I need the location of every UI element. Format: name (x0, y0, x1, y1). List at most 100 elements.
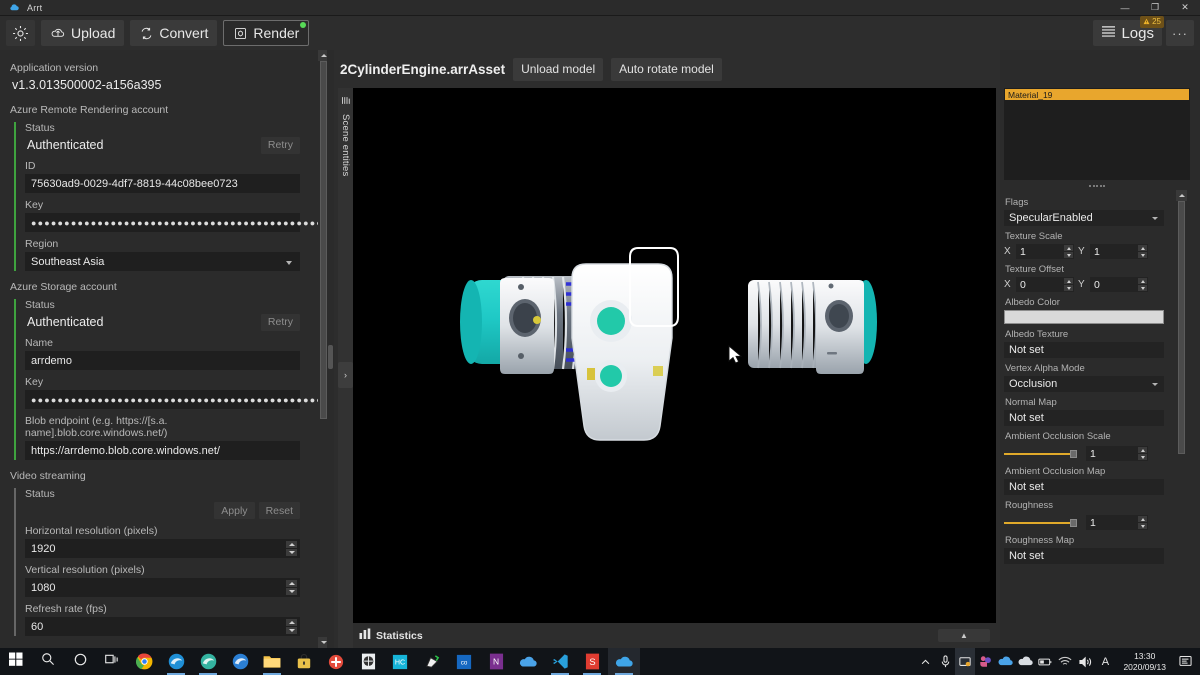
arr-retry-button[interactable]: Retry (260, 136, 300, 154)
video-reset-button[interactable]: Reset (258, 502, 300, 519)
horizontal-resolution-stepper[interactable] (286, 541, 297, 556)
slider-knob[interactable] (1070, 518, 1077, 527)
stepper-up-icon[interactable] (1138, 278, 1147, 284)
taskbar-app-codespaces[interactable]: co (448, 648, 480, 675)
normal-map-field[interactable]: Not set (1004, 410, 1164, 426)
albedo-texture-field[interactable]: Not set (1004, 342, 1164, 358)
close-button[interactable]: ✕ (1170, 0, 1200, 16)
stepper-up-icon[interactable] (1064, 245, 1073, 251)
material-list-item[interactable]: Material_19 (1005, 89, 1189, 100)
storage-retry-button[interactable]: Retry (260, 313, 300, 331)
ime-a-icon[interactable]: A (1095, 648, 1115, 675)
ambient-occlusion-scale-input[interactable]: 1 (1086, 446, 1148, 461)
taskbar-app-onedrive[interactable] (512, 648, 544, 675)
storage-blob-endpoint-input[interactable]: https://arrdemo.blob.core.windows.net/ (25, 441, 300, 460)
stepper-up-icon[interactable] (286, 619, 297, 626)
taskbar-app-microsoft-store[interactable] (288, 648, 320, 675)
stepper-up-icon[interactable] (1064, 278, 1073, 284)
stepper-down-icon[interactable] (1138, 454, 1147, 460)
roughness-input[interactable]: 1 (1086, 515, 1148, 530)
minimize-button[interactable]: — (1110, 0, 1140, 16)
refresh-rate-stepper[interactable] (286, 619, 297, 634)
flags-select[interactable]: SpecularEnabled (1004, 210, 1164, 226)
roughness-map-field[interactable]: Not set (1004, 548, 1164, 564)
texture-offset-y-stepper[interactable] (1138, 278, 1147, 291)
stepper-up-icon[interactable] (1138, 516, 1147, 522)
stepper-down-icon[interactable] (1138, 285, 1147, 291)
taskbar-app-hc[interactable]: HC (384, 648, 416, 675)
scroll-up-icon[interactable] (1176, 190, 1187, 201)
taskbar-search-button[interactable] (32, 648, 64, 675)
taskbar-app-edge-dev[interactable] (192, 648, 224, 675)
teams-icon[interactable] (975, 648, 995, 675)
start-button[interactable] (0, 648, 32, 675)
albedo-color-swatch[interactable] (1004, 310, 1164, 324)
arr-id-input[interactable]: 75630ad9-0029-4df7-8819-44c08bee0723 (25, 174, 300, 193)
texture-offset-x-stepper[interactable] (1064, 278, 1073, 291)
more-options-button[interactable]: ··· (1166, 20, 1194, 46)
arr-region-select[interactable]: Southeast Asia (25, 252, 300, 271)
ambient-occlusion-map-field[interactable]: Not set (1004, 479, 1164, 495)
roughness-stepper[interactable] (1138, 516, 1147, 529)
render-button[interactable]: Render (223, 20, 310, 46)
horizontal-resolution-input[interactable]: 1920 (25, 539, 300, 558)
splitter-grip[interactable] (328, 345, 333, 369)
tray-overflow-button[interactable] (915, 648, 935, 675)
texture-offset-y-input[interactable]: 0 (1090, 277, 1148, 292)
vertical-resolution-input[interactable]: 1080 (25, 578, 300, 597)
ambient-occlusion-scale-slider[interactable] (1004, 448, 1077, 460)
scrollbar-track[interactable] (320, 61, 327, 637)
taskbar-app-chrome[interactable] (128, 648, 160, 675)
arr-key-input[interactable]: ●●●●●●●●●●●●●●●●●●●●●●●●●●●●●●●●●●●●●●●●… (25, 213, 322, 232)
settings-button[interactable] (6, 20, 35, 46)
maximize-button[interactable]: ❐ (1140, 0, 1170, 16)
stepper-up-icon[interactable] (286, 580, 297, 587)
stepper-down-icon[interactable] (1064, 252, 1073, 258)
scrollbar-thumb[interactable] (1178, 201, 1185, 454)
stepper-down-icon[interactable] (1138, 523, 1147, 529)
taskbar-app-snipaste[interactable]: S (576, 648, 608, 675)
taskbar-app-edge[interactable] (160, 648, 192, 675)
notification-icon[interactable] (1174, 648, 1196, 675)
cortana-button[interactable] (64, 648, 96, 675)
scrollbar-track[interactable] (1178, 201, 1185, 675)
material-list[interactable]: Material_19 (1004, 88, 1190, 180)
auto-rotate-model-button[interactable]: Auto rotate model (611, 57, 722, 81)
convert-button[interactable]: Convert (130, 20, 218, 46)
taskbar-app-word[interactable] (352, 648, 384, 675)
upload-button[interactable]: Upload (41, 20, 125, 46)
video-apply-button[interactable]: Apply (214, 502, 255, 519)
logs-button[interactable]: Logs 25 (1093, 16, 1164, 46)
texture-scale-x-stepper[interactable] (1064, 245, 1073, 258)
roughness-slider[interactable] (1004, 517, 1077, 529)
texture-offset-x-input[interactable]: 0 (1016, 277, 1074, 292)
battery-icon[interactable] (1035, 648, 1055, 675)
stepper-up-icon[interactable] (1138, 447, 1147, 453)
stepper-up-icon[interactable] (1138, 245, 1147, 251)
slider-knob[interactable] (1070, 449, 1077, 458)
wifi-icon[interactable] (1055, 648, 1075, 675)
texture-scale-x-input[interactable]: 1 (1016, 244, 1074, 259)
panel-resize-grip[interactable] (1084, 183, 1110, 188)
stepper-down-icon[interactable] (286, 627, 297, 634)
taskbar-app-arrt[interactable] (608, 648, 640, 675)
3d-render-viewport[interactable] (353, 88, 996, 631)
left-panel-splitter[interactable] (327, 50, 334, 648)
onedrive-cloud-icon[interactable] (995, 648, 1015, 675)
vertical-resolution-stepper[interactable] (286, 580, 297, 595)
stepper-down-icon[interactable] (286, 549, 297, 556)
taskbar-app-office[interactable] (320, 648, 352, 675)
taskbar-app-vscode[interactable] (544, 648, 576, 675)
stepper-down-icon[interactable] (1138, 252, 1147, 258)
volume-icon[interactable] (1075, 648, 1095, 675)
storage-name-input[interactable]: arrdemo (25, 351, 300, 370)
taskbar-app-onenote[interactable]: N (480, 648, 512, 675)
taskbar-app-file-explorer[interactable] (256, 648, 288, 675)
texture-scale-y-stepper[interactable] (1138, 245, 1147, 258)
storage-key-input[interactable]: ●●●●●●●●●●●●●●●●●●●●●●●●●●●●●●●●●●●●●●●●… (25, 390, 322, 409)
taskbar-clock[interactable]: 13:30 2020/09/13 (1115, 651, 1174, 673)
stepper-down-icon[interactable] (286, 588, 297, 595)
vertex-alpha-mode-select[interactable]: Occlusion (1004, 376, 1164, 392)
scrollbar-thumb[interactable] (320, 61, 327, 419)
task-view-button[interactable] (96, 648, 128, 675)
